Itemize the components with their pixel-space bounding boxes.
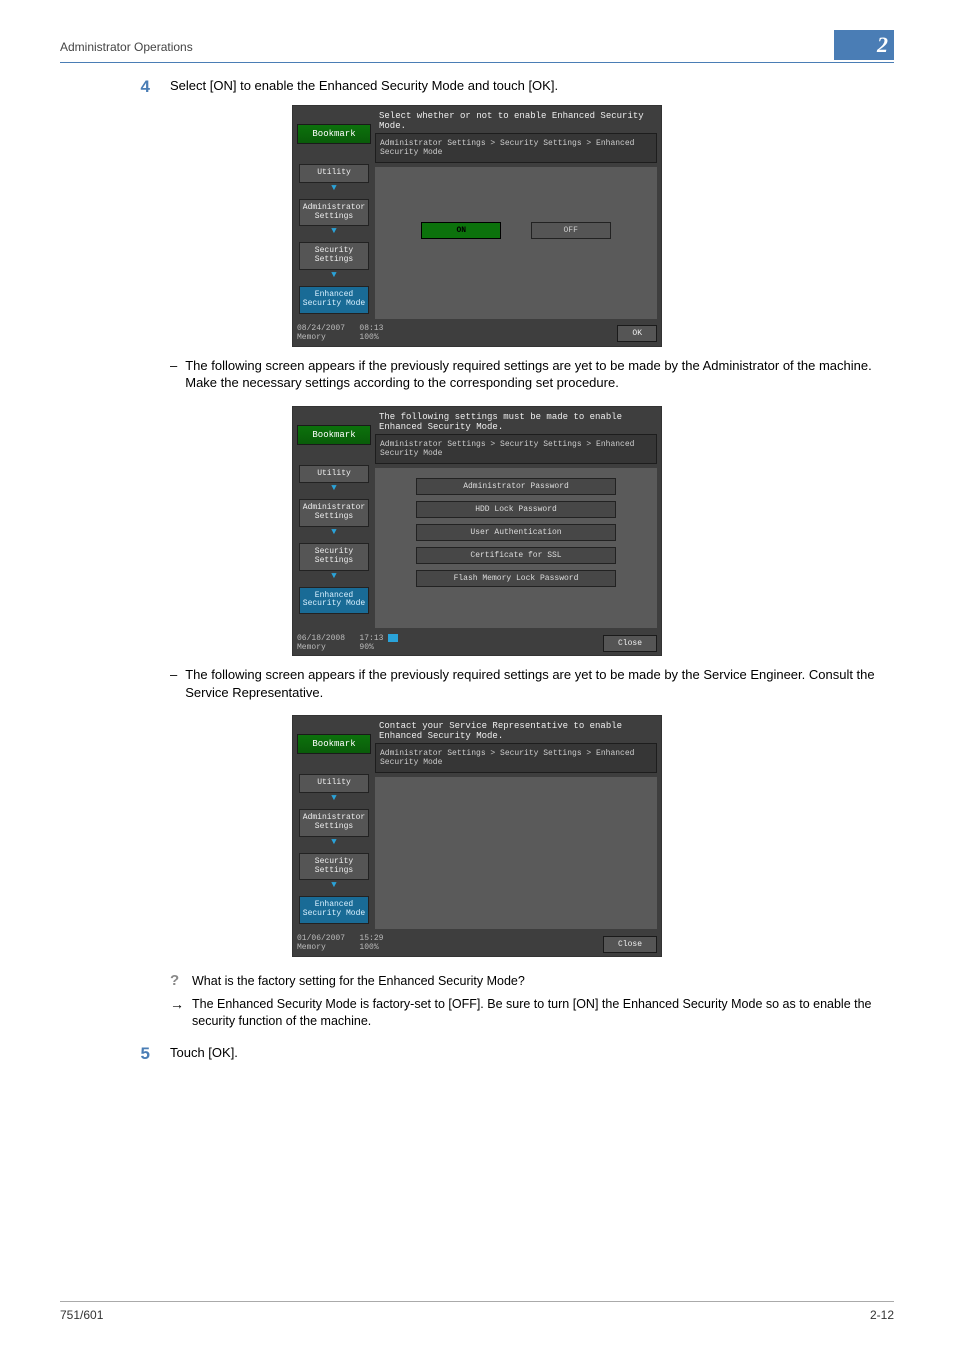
chapter-number-badge: 2 [834,30,894,60]
side-utility[interactable]: Utility [299,465,369,484]
chevron-down-icon: ▼ [293,484,375,493]
side-utility[interactable]: Utility [299,774,369,793]
note-text: The following screen appears if the prev… [185,666,894,701]
side-admin-settings[interactable]: Administrator Settings [299,499,369,527]
breadcrumb: Administrator Settings > Security Settin… [375,434,657,464]
step-number: 5 [60,1044,150,1064]
footer-model: 751/601 [60,1308,103,1322]
note-text: The following screen appears if the prev… [185,357,894,392]
breadcrumb: Administrator Settings > Security Settin… [375,743,657,773]
side-utility[interactable]: Utility [299,164,369,183]
chevron-down-icon: ▼ [293,838,375,847]
status-bar: 01/06/2007 15:29 Memory 100% [297,935,383,953]
side-security-settings[interactable]: Security Settings [299,242,369,270]
status-bar: 06/18/2008 17:13 Memory 90% [297,634,398,653]
chevron-down-icon: ▼ [293,794,375,803]
breadcrumb: Administrator Settings > Security Settin… [375,133,657,163]
printer-panel-contact-service: Bookmark Utility ▼ Administrator Setting… [292,715,662,957]
bookmark-button[interactable]: Bookmark [297,124,371,144]
footer-page-number: 2-12 [870,1308,894,1322]
side-enhanced-security[interactable]: Enhanced Security Mode [299,286,369,314]
req-hdd-lock-password[interactable]: HDD Lock Password [416,501,616,518]
panel-message: Contact your Service Representative to e… [375,716,661,743]
close-button[interactable]: Close [603,936,657,953]
printer-panel-required-settings: Bookmark Utility ▼ Administrator Setting… [292,406,662,657]
chevron-down-icon: ▼ [293,528,375,537]
on-toggle[interactable]: ON [421,222,501,239]
side-enhanced-security[interactable]: Enhanced Security Mode [299,587,369,615]
qa-answer: The Enhanced Security Mode is factory-se… [192,996,894,1030]
chevron-down-icon: ▼ [293,271,375,280]
chevron-down-icon: ▼ [293,572,375,581]
side-security-settings[interactable]: Security Settings [299,543,369,571]
step-instruction: Select [ON] to enable the Enhanced Secur… [170,77,894,95]
req-user-auth[interactable]: User Authentication [416,524,616,541]
req-ssl-cert[interactable]: Certificate for SSL [416,547,616,564]
side-security-settings[interactable]: Security Settings [299,853,369,881]
off-toggle[interactable]: OFF [531,222,611,239]
ok-button[interactable]: OK [617,325,657,342]
req-flash-lock-password[interactable]: Flash Memory Lock Password [416,570,616,587]
bookmark-button[interactable]: Bookmark [297,425,371,445]
question-icon: ? [170,973,184,990]
req-admin-password[interactable]: Administrator Password [416,478,616,495]
panel-message: Select whether or not to enable Enhanced… [375,106,661,133]
side-admin-settings[interactable]: Administrator Settings [299,809,369,837]
bullet-dash: – [170,357,177,392]
step-number: 4 [60,77,150,97]
side-enhanced-security[interactable]: Enhanced Security Mode [299,896,369,924]
step-instruction: Touch [OK]. [170,1044,894,1064]
qa-question: What is the factory setting for the Enha… [192,973,525,990]
chevron-down-icon: ▼ [293,184,375,193]
status-flag-icon [388,634,398,642]
arrow-right-icon: → [170,996,184,1030]
bookmark-button[interactable]: Bookmark [297,734,371,754]
side-admin-settings[interactable]: Administrator Settings [299,199,369,227]
bullet-dash: – [170,666,177,701]
chevron-down-icon: ▼ [293,881,375,890]
printer-panel-enable: Bookmark Utility ▼ Administrator Setting… [292,105,662,347]
chevron-down-icon: ▼ [293,227,375,236]
status-bar: 08/24/2007 08:13 Memory 100% [297,325,383,343]
section-heading: Administrator Operations [60,40,193,54]
close-button[interactable]: Close [603,635,657,652]
panel-message: The following settings must be made to e… [375,407,661,434]
